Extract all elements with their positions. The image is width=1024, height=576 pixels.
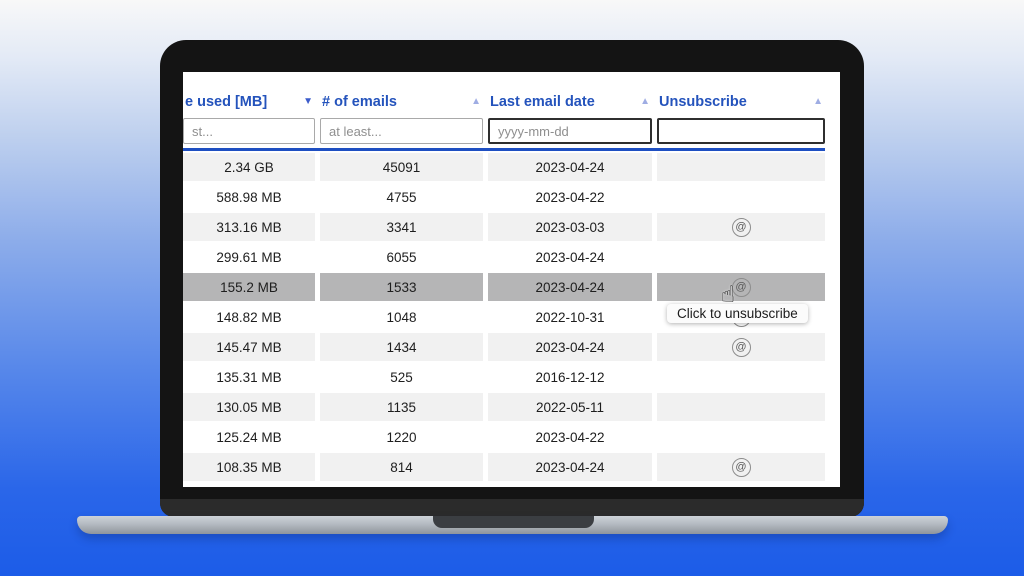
emails-cell: 1533 [320, 273, 483, 301]
header-divider [183, 148, 825, 151]
emails-cell: 1135 [320, 393, 483, 421]
column-label: # of emails [322, 94, 397, 110]
unsubscribe-cell: @ [657, 453, 825, 481]
date-cell: 2023-04-24 [488, 243, 652, 271]
unsubscribe-cell: @ [657, 273, 825, 301]
unsubscribe-cell [657, 153, 825, 181]
size-cell: 108.35 MB [183, 453, 315, 481]
table-row[interactable]: 135.31 MB 525 2016-12-12 [183, 363, 825, 391]
date-cell: 2022-05-11 [488, 393, 652, 421]
column-label: Last email date [490, 94, 595, 110]
table-row[interactable]: 2.34 GB 45091 2023-04-24 [183, 153, 825, 181]
date-cell: 2023-04-24 [488, 153, 652, 181]
unsubscribe-tooltip: Click to unsubscribe [667, 304, 808, 323]
date-cell: 2023-04-24 [488, 453, 652, 481]
date-cell: 2023-04-24 [488, 273, 652, 301]
unsubscribe-cell: @ [657, 333, 825, 361]
size-cell: 313.16 MB [183, 213, 315, 241]
unsubscribe-at-icon[interactable]: @ [732, 278, 751, 297]
column-header-unsubscribe[interactable]: Unsubscribe ▲ [657, 90, 825, 114]
emails-cell: 1220 [320, 423, 483, 451]
sort-desc-icon[interactable]: ▼ [303, 97, 313, 107]
table-row-highlighted[interactable]: 155.2 MB 1533 2023-04-24 @ [183, 273, 825, 301]
laptop-base-notch [433, 516, 594, 528]
date-cell: 2023-04-24 [488, 333, 652, 361]
emails-cell: 6055 [320, 243, 483, 271]
unsubscribe-at-icon[interactable] [733, 427, 750, 444]
emails-cell: 1434 [320, 333, 483, 361]
email-table: e used [MB] ▼ # of emails ▲ Last email dat… [183, 88, 830, 483]
emails-filter-input[interactable] [320, 118, 483, 144]
unsubscribe-cell [657, 363, 825, 391]
app-screen: e used [MB] ▼ # of emails ▲ Last email dat… [183, 72, 840, 487]
column-header-emails[interactable]: # of emails ▲ [320, 90, 483, 114]
column-label: e used [MB] [185, 94, 267, 110]
size-filter-input[interactable] [183, 118, 315, 144]
filter-row [183, 116, 825, 146]
table-row[interactable]: 145.47 MB 1434 2023-04-24 @ [183, 333, 825, 361]
sort-asc-icon[interactable]: ▲ [813, 97, 823, 107]
date-cell: 2016-12-12 [488, 363, 652, 391]
size-cell: 135.31 MB [183, 363, 315, 391]
size-cell: 2.34 GB [183, 153, 315, 181]
unsubscribe-at-icon[interactable] [733, 367, 750, 384]
table-row[interactable]: 299.61 MB 6055 2023-04-24 [183, 243, 825, 271]
unsubscribe-at-icon[interactable]: @ [732, 218, 751, 237]
column-label: Unsubscribe [659, 94, 747, 110]
emails-cell: 814 [320, 453, 483, 481]
laptop-frame: e used [MB] ▼ # of emails ▲ Last email dat… [160, 40, 864, 517]
unsubscribe-at-icon[interactable]: @ [732, 338, 751, 357]
column-header-date[interactable]: Last email date ▲ [488, 90, 652, 114]
sort-asc-icon[interactable]: ▲ [471, 97, 481, 107]
emails-cell: 45091 [320, 153, 483, 181]
sort-asc-icon[interactable]: ▲ [640, 97, 650, 107]
date-filter-input[interactable] [488, 118, 652, 144]
column-header-size[interactable]: e used [MB] ▼ [183, 90, 315, 114]
size-cell: 125.24 MB [183, 423, 315, 451]
unsubscribe-cell [657, 393, 825, 421]
table-row[interactable]: 130.05 MB 1135 2022-05-11 [183, 393, 825, 421]
size-cell: 155.2 MB [183, 273, 315, 301]
laptop-chin [160, 499, 864, 517]
unsubscribe-filter-input[interactable] [657, 118, 825, 144]
unsubscribe-cell: @ [657, 213, 825, 241]
date-cell: 2023-04-22 [488, 183, 652, 211]
table-row[interactable]: 588.98 MB 4755 2023-04-22 [183, 183, 825, 211]
table-row[interactable]: 108.35 MB 814 2023-04-24 @ [183, 453, 825, 481]
emails-cell: 1048 [320, 303, 483, 331]
unsubscribe-at-icon[interactable] [733, 157, 750, 174]
date-cell: 2023-04-22 [488, 423, 652, 451]
unsubscribe-at-icon[interactable] [733, 397, 750, 414]
unsubscribe-cell [657, 423, 825, 451]
unsubscribe-at-icon[interactable]: @ [732, 458, 751, 477]
date-cell: 2023-03-03 [488, 213, 652, 241]
table-header-row: e used [MB] ▼ # of emails ▲ Last email dat… [183, 90, 825, 114]
emails-cell: 3341 [320, 213, 483, 241]
size-cell: 588.98 MB [183, 183, 315, 211]
size-cell: 130.05 MB [183, 393, 315, 421]
size-cell: 145.47 MB [183, 333, 315, 361]
table-row[interactable]: 313.16 MB 3341 2023-03-03 @ [183, 213, 825, 241]
size-cell: 299.61 MB [183, 243, 315, 271]
unsubscribe-at-icon[interactable] [733, 187, 750, 204]
size-cell: 148.82 MB [183, 303, 315, 331]
date-cell: 2022-10-31 [488, 303, 652, 331]
table-row[interactable]: 125.24 MB 1220 2023-04-22 [183, 423, 825, 451]
unsubscribe-at-icon[interactable] [733, 247, 750, 264]
unsubscribe-cell [657, 243, 825, 271]
laptop-base [77, 516, 948, 534]
unsubscribe-cell [657, 183, 825, 211]
emails-cell: 4755 [320, 183, 483, 211]
emails-cell: 525 [320, 363, 483, 391]
